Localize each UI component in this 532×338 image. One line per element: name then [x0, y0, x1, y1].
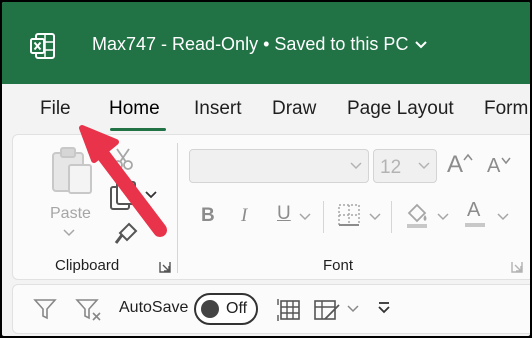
chevron-down-icon — [145, 191, 157, 199]
fill-color-icon[interactable] — [403, 201, 431, 229]
autosave-state: Off — [226, 300, 248, 317]
copy-icon — [110, 181, 136, 210]
toggle-knob — [201, 300, 219, 318]
chevron-down-icon — [414, 34, 428, 55]
format-painter-icon[interactable] — [113, 221, 139, 247]
tab-home[interactable]: Home — [109, 98, 160, 120]
divider — [391, 201, 392, 233]
shrink-font-icon: A — [487, 155, 501, 177]
dialog-launcher-icon[interactable] — [511, 261, 523, 273]
chevron-down-icon[interactable] — [437, 213, 449, 221]
paste-label: Paste — [50, 205, 91, 222]
caret-down-icon — [501, 157, 511, 165]
ribbon-tabs: File Home Insert Draw Page Layout Form — [2, 84, 530, 134]
font-size-combo[interactable]: 12 — [373, 149, 437, 183]
excel-window: Max747 - Read-Only • Saved to this PC Fi… — [0, 0, 532, 338]
table-icon[interactable] — [277, 297, 303, 323]
grow-font-button[interactable]: A — [447, 151, 475, 181]
autosave-toggle[interactable]: Off — [194, 293, 258, 325]
group-divider — [177, 143, 178, 273]
chevron-down-icon[interactable] — [299, 213, 311, 221]
shrink-font-button[interactable]: A — [487, 155, 517, 183]
active-tab-indicator — [110, 128, 166, 131]
excel-logo-icon — [30, 33, 55, 59]
window-title[interactable]: Max747 - Read-Only • Saved to this PC — [92, 34, 428, 55]
chevron-down-icon[interactable] — [497, 213, 509, 221]
cut-icon[interactable] — [111, 147, 135, 171]
title-bar: Max747 - Read-Only • Saved to this PC — [2, 2, 530, 84]
tab-file[interactable]: File — [40, 98, 71, 120]
paste-button[interactable]: Paste — [43, 143, 99, 243]
clear-filter-icon[interactable] — [75, 297, 103, 323]
underline-button[interactable]: U — [277, 203, 291, 225]
font-size-value: 12 — [380, 157, 402, 178]
clipboard-paste-icon — [52, 147, 92, 194]
font-color-icon: A — [467, 199, 481, 221]
dialog-launcher-icon[interactable] — [159, 261, 171, 273]
clipboard-group-label: Clipboard — [55, 257, 120, 274]
chevron-down-icon — [63, 229, 75, 237]
autosave-label: AutoSave — [119, 299, 189, 316]
italic-button[interactable]: I — [241, 205, 247, 227]
font-color-swatch — [465, 223, 485, 227]
chevron-down-icon[interactable] — [347, 305, 359, 313]
chevron-down-icon — [418, 162, 430, 170]
caret-up-icon — [463, 153, 473, 161]
filter-icon[interactable] — [33, 297, 57, 321]
document-title: Max747 - Read-Only • Saved to this PC — [92, 34, 409, 54]
tab-formulas[interactable]: Form — [484, 98, 528, 120]
copy-button[interactable] — [109, 181, 159, 211]
borders-icon[interactable] — [337, 203, 361, 227]
divider — [323, 201, 324, 233]
chevron-down-icon[interactable] — [369, 213, 381, 221]
format-table-icon[interactable] — [313, 297, 341, 323]
tab-draw[interactable]: Draw — [272, 98, 316, 120]
ribbon-home: Paste Clipboard 12 A A B I U A Font — [12, 134, 530, 280]
grow-font-icon: A — [447, 151, 464, 178]
chevron-down-icon — [350, 162, 362, 170]
bold-button[interactable]: B — [201, 205, 215, 227]
font-name-combo[interactable] — [189, 149, 369, 183]
font-color-button[interactable]: A — [463, 199, 487, 229]
tab-page-layout[interactable]: Page Layout — [347, 98, 454, 120]
tab-insert[interactable]: Insert — [194, 98, 242, 120]
quick-access-toolbar: AutoSave Off — [12, 284, 530, 334]
font-group-label: Font — [323, 257, 354, 274]
customize-toolbar-icon[interactable] — [377, 301, 391, 315]
